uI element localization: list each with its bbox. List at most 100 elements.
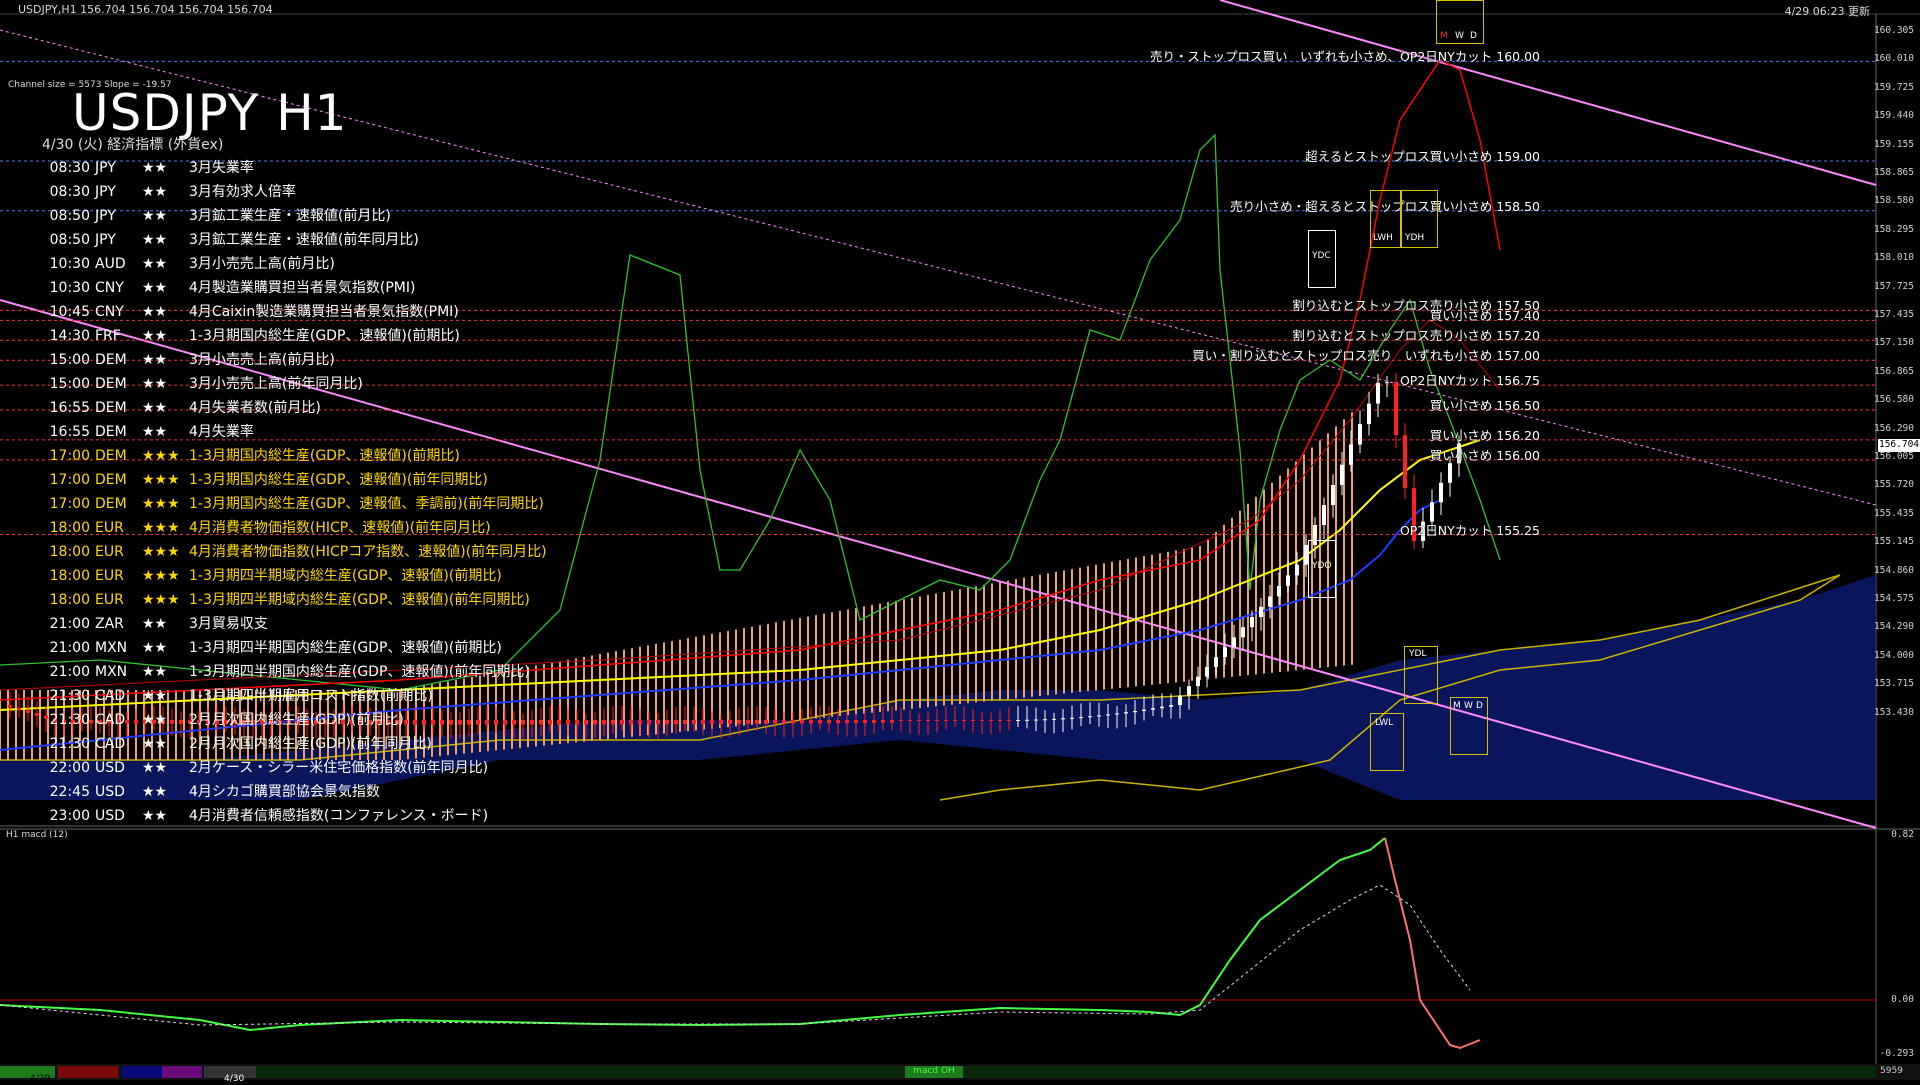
event-cur: USD (95, 784, 125, 800)
candle-body (1115, 713, 1119, 715)
event-name: 3月鉱工業生産・速報値(前月比) (189, 208, 391, 224)
candle-body (683, 720, 687, 725)
event-cur: MXN (95, 640, 128, 656)
event-cur: CNY (95, 280, 124, 296)
candle-body (845, 720, 849, 724)
event-cur: USD (95, 808, 125, 824)
candle-body (728, 720, 732, 724)
candle-body (854, 720, 858, 724)
event-stars: ★★ (142, 424, 168, 440)
event-row: 23:00 USD ★★ 4月消費者信頼感指数(コンファレンス・ボード) (0, 805, 600, 827)
event-row: 08:30 JPY ★★ 3月有効求人倍率 (0, 181, 600, 203)
event-row: 18:00 EUR ★★★ 1-3月期四半期域内総生産(GDP、速報値)(前期比) (0, 565, 600, 587)
event-row: 10:30 AUD ★★ 3月小売売上高(前月比) (0, 253, 600, 275)
price-axis-label: 156.580 (1873, 394, 1914, 406)
price-axis-label: 159.440 (1873, 110, 1914, 122)
event-row: 15:00 DEM ★★ 3月小売売上高(前月比) (0, 349, 600, 371)
event-name: 3月有効求人倍率 (189, 184, 296, 200)
macd-tag: macd OH (905, 1066, 963, 1078)
event-cur: MXN (95, 664, 128, 680)
candle-body (1331, 484, 1335, 506)
event-cur: EUR (95, 592, 124, 608)
candle-body (1160, 706, 1164, 709)
candle-body (1232, 637, 1236, 648)
event-time: 18:00 (49, 544, 90, 560)
candle-body (710, 720, 714, 725)
price-axis-label: 153.715 (1873, 678, 1914, 690)
candle-body (881, 720, 885, 723)
candle-body (1124, 712, 1128, 714)
event-row: 21:00 MXN ★★ 1-3月期四半期国内総生産(GDP、速報値)(前期比) (0, 637, 600, 659)
event-stars: ★★ (142, 688, 168, 704)
event-cur: JPY (95, 232, 116, 248)
event-time: 14:30 (49, 328, 90, 344)
candle-body (1322, 505, 1326, 526)
time-scroll-strip[interactable]: 4/29 4/30 macd OH 5959 (0, 1064, 1920, 1084)
price-axis-label: 159.155 (1873, 138, 1914, 150)
event-stars: ★★ (142, 328, 168, 344)
event-row: 21:30 CAD ★★ 1-3月期四半期雇用コスト指数(前期比) (0, 685, 600, 707)
candle-body (1007, 720, 1011, 721)
candle-body (1088, 716, 1092, 718)
candle-body (1448, 463, 1452, 483)
candle-body (1403, 435, 1407, 489)
event-name: 1-3月期四半期国内総生産(GDP、速報値)(前期比) (189, 640, 502, 656)
event-name: 3月小売売上高(前月比) (189, 352, 335, 368)
events-subtitle: 4/30 (火) 経済指標 (外貨ex) (42, 137, 224, 153)
event-name: 3月小売売上高(前年同月比) (189, 376, 363, 392)
candle-body (737, 720, 741, 724)
event-stars: ★★ (142, 736, 168, 752)
event-cur: EUR (95, 568, 124, 584)
candle-body (1052, 718, 1056, 720)
candle-body (1187, 686, 1191, 696)
candle-body (1277, 585, 1281, 597)
price-axis-label: 156.865 (1873, 365, 1914, 377)
price-axis-label: 158.295 (1873, 223, 1914, 235)
event-name: 2月月次国内総生産(GDP)(前月比) (189, 712, 404, 728)
candle-body (800, 720, 804, 724)
price-axis-label: 158.865 (1873, 167, 1914, 178)
event-cur: ZAR (95, 616, 124, 632)
candle-body (656, 720, 660, 725)
candle-body (665, 720, 669, 725)
event-stars: ★★ (142, 232, 168, 248)
event-name: 2月ケース・シラー米住宅価格指数(前年同月比) (189, 760, 489, 776)
event-time: 17:00 (49, 496, 90, 512)
macd-axis-top: 0.82 (1891, 829, 1914, 840)
candle-body (1367, 403, 1371, 425)
candle-body (944, 720, 948, 721)
price-axis-label: 154.290 (1873, 621, 1914, 633)
event-row: 22:00 USD ★★ 2月ケース・シラー米住宅価格指数(前年同月比) (0, 757, 600, 779)
event-cur: DEM (95, 472, 127, 488)
event-cur: FRF (95, 328, 121, 344)
candle-body (1439, 482, 1443, 503)
event-stars: ★★ (142, 256, 168, 272)
candle-body (1106, 714, 1110, 716)
event-time: 15:00 (49, 352, 90, 368)
ydl-box: YDL (1404, 646, 1438, 704)
candle-body (1394, 382, 1398, 436)
candle-body (872, 720, 876, 723)
candle-body (1097, 715, 1101, 717)
candle-body (1142, 709, 1146, 712)
event-name: 1-3月期四半期域内総生産(GDP、速報値)(前年同期比) (189, 592, 530, 608)
candle-body (1295, 564, 1299, 576)
level-label: 買い小さめ 156.20 (1429, 427, 1540, 443)
candle-body (926, 720, 930, 721)
current-price-tag: 156.704 (1878, 439, 1920, 452)
event-stars: ★★ (142, 664, 168, 680)
event-time: 17:00 (49, 472, 90, 488)
event-time: 17:00 (49, 448, 90, 464)
event-cur: EUR (95, 520, 124, 536)
event-row: 15:00 DEM ★★ 3月小売売上高(前年同月比) (0, 373, 600, 395)
event-stars: ★★ (142, 208, 168, 224)
event-stars: ★★ (142, 280, 168, 296)
candle-body (701, 720, 705, 725)
event-stars: ★★ (142, 400, 168, 416)
candle-body (782, 720, 786, 724)
level-label: 売り・ストップロス買い いずれも小さめ、OP2日NYカット 160.00 (1149, 49, 1540, 65)
event-cur: JPY (95, 208, 116, 224)
candle-body (1214, 657, 1218, 667)
event-row: 14:30 FRF ★★ 1-3月期国内総生産(GDP、速報値)(前期比) (0, 325, 600, 347)
event-stars: ★★★ (142, 496, 180, 512)
